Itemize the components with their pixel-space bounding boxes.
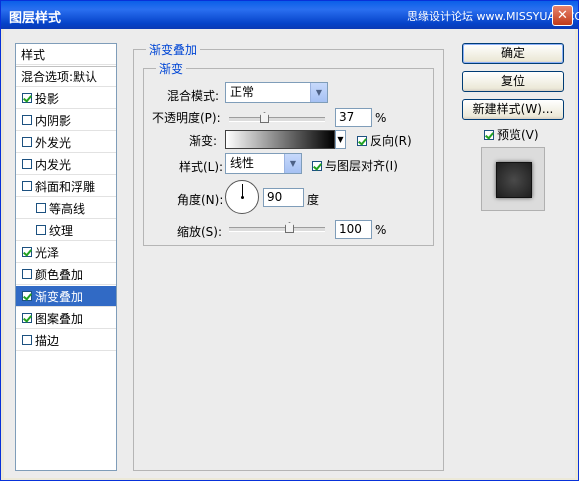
style-preview bbox=[481, 147, 545, 211]
close-icon: ✕ bbox=[557, 8, 568, 23]
blend-options-label: 混合选项:默认 bbox=[21, 70, 98, 84]
angle-unit: 度 bbox=[307, 193, 320, 207]
style-item-label: 内阴影 bbox=[35, 113, 72, 128]
blend-mode-select[interactable]: 正常 ▼ bbox=[225, 82, 328, 103]
reset-button[interactable]: 复位 bbox=[462, 71, 564, 92]
style-list-item[interactable]: 图案叠加 bbox=[16, 308, 116, 329]
preview-label: 预览(V) bbox=[497, 128, 539, 142]
align-with-layer-checkbox[interactable]: 与图层对齐(I) bbox=[312, 157, 398, 174]
style-list-item[interactable]: 描边 bbox=[16, 330, 116, 351]
style-item-label: 外发光 bbox=[35, 135, 72, 150]
style-select[interactable]: 线性 ▼ bbox=[225, 153, 302, 174]
style-item-label: 颜色叠加 bbox=[35, 267, 84, 282]
opacity-input[interactable]: 37 bbox=[335, 108, 372, 127]
style-list-item[interactable]: 纹理 bbox=[16, 220, 116, 241]
window-title: 图层样式 bbox=[9, 11, 62, 26]
style-item-checkbox[interactable] bbox=[36, 225, 46, 235]
style-item-checkbox[interactable] bbox=[22, 313, 32, 323]
gradient-label: 渐变: bbox=[189, 134, 218, 148]
style-list-item[interactable]: 光泽 bbox=[16, 242, 116, 263]
style-value: 线性 bbox=[230, 156, 255, 170]
style-item-checkbox[interactable] bbox=[22, 291, 32, 301]
style-item-checkbox[interactable] bbox=[22, 159, 32, 169]
style-item-label: 等高线 bbox=[49, 201, 86, 216]
gradient-group-title: 渐变 bbox=[156, 60, 187, 77]
style-item-label: 图案叠加 bbox=[35, 311, 84, 326]
angle-dial[interactable] bbox=[225, 180, 259, 214]
style-item-checkbox[interactable] bbox=[22, 335, 32, 345]
scale-label: 缩放(S): bbox=[177, 225, 223, 239]
opacity-slider[interactable] bbox=[229, 117, 325, 122]
scale-unit: % bbox=[375, 223, 387, 237]
chevron-down-icon: ▼ bbox=[337, 135, 344, 144]
style-item-label: 渐变叠加 bbox=[35, 289, 84, 304]
blend-options-item[interactable]: 混合选项:默认 bbox=[16, 66, 116, 87]
angle-label: 角度(N): bbox=[177, 193, 224, 207]
style-item-checkbox[interactable] bbox=[22, 93, 32, 103]
scale-slider[interactable] bbox=[229, 227, 325, 232]
style-list-item[interactable]: 外发光 bbox=[16, 132, 116, 153]
gradient-picker-button[interactable]: ▼ bbox=[335, 130, 346, 149]
preview-check-box[interactable] bbox=[484, 129, 494, 140]
title-bar[interactable]: 图层样式 思缘设计论坛 www.MISSYUAN.COM ✕ bbox=[1, 1, 579, 29]
style-list-header-label: 样式 bbox=[21, 47, 46, 62]
style-list-header[interactable]: 样式 bbox=[16, 44, 116, 65]
style-item-label: 光泽 bbox=[35, 245, 60, 260]
blend-mode-label: 混合模式: bbox=[167, 89, 220, 103]
new-style-button[interactable]: 新建样式(W)... bbox=[462, 99, 564, 120]
style-list-item[interactable]: 渐变叠加 bbox=[16, 286, 116, 307]
angle-input[interactable]: 90 bbox=[263, 188, 304, 207]
close-button[interactable]: ✕ bbox=[552, 5, 573, 26]
style-list-item[interactable]: 等高线 bbox=[16, 198, 116, 219]
style-item-label: 斜面和浮雕 bbox=[35, 179, 96, 194]
style-item-label: 内发光 bbox=[35, 157, 72, 172]
reverse-checkbox[interactable]: 反向(R) bbox=[357, 132, 412, 149]
style-item-checkbox[interactable] bbox=[22, 247, 32, 257]
style-item-label: 纹理 bbox=[49, 223, 74, 238]
style-item-label: 描边 bbox=[35, 333, 60, 348]
style-list-item[interactable]: 颜色叠加 bbox=[16, 264, 116, 285]
opacity-label: 不透明度(P): bbox=[152, 111, 221, 125]
style-list-item[interactable]: 斜面和浮雕 bbox=[16, 176, 116, 197]
align-label: 与图层对齐(I) bbox=[325, 159, 398, 173]
style-item-checkbox[interactable] bbox=[22, 269, 32, 279]
chevron-down-icon: ▼ bbox=[310, 83, 327, 102]
style-item-checkbox[interactable] bbox=[22, 115, 32, 125]
style-list: 样式 混合选项:默认 投影内阴影外发光内发光斜面和浮雕等高线纹理光泽颜色叠加渐变… bbox=[15, 43, 117, 471]
ok-button[interactable]: 确定 bbox=[462, 43, 564, 64]
style-item-checkbox[interactable] bbox=[22, 181, 32, 191]
align-check-box[interactable] bbox=[312, 160, 322, 171]
style-item-checkbox[interactable] bbox=[22, 137, 32, 147]
style-list-item[interactable]: 内阴影 bbox=[16, 110, 116, 131]
preview-tile bbox=[496, 162, 532, 198]
gradient-overlay-title: 渐变叠加 bbox=[146, 41, 201, 58]
style-list-item[interactable]: 内发光 bbox=[16, 154, 116, 175]
scale-input[interactable]: 100 bbox=[335, 220, 372, 239]
angle-dial-center bbox=[241, 196, 244, 199]
style-item-checkbox[interactable] bbox=[36, 203, 46, 213]
style-label: 样式(L): bbox=[179, 160, 224, 174]
blend-mode-value: 正常 bbox=[230, 85, 255, 99]
preview-checkbox[interactable]: 预览(V) bbox=[484, 126, 539, 143]
style-item-label: 投影 bbox=[35, 91, 60, 106]
layer-style-dialog: 图层样式 思缘设计论坛 www.MISSYUAN.COM ✕ 样式 混合选项:默… bbox=[0, 0, 579, 481]
gradient-swatch[interactable] bbox=[225, 130, 335, 149]
opacity-unit: % bbox=[375, 111, 387, 125]
chevron-down-icon: ▼ bbox=[284, 154, 301, 173]
style-list-item[interactable]: 投影 bbox=[16, 88, 116, 109]
reverse-label: 反向(R) bbox=[370, 134, 412, 148]
reverse-check-box[interactable] bbox=[357, 135, 367, 146]
